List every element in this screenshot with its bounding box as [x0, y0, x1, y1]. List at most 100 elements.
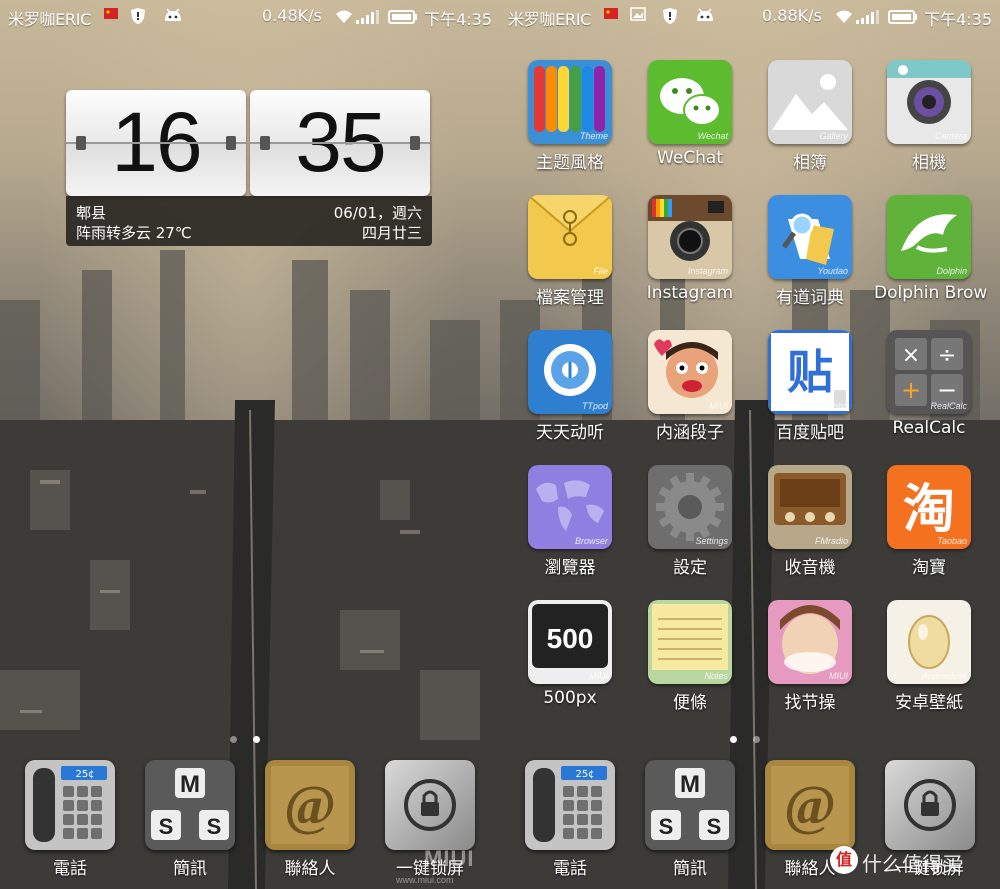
battery-icon — [388, 10, 417, 24]
svg-text:M: M — [180, 771, 200, 798]
app-file[interactable]: File 檔案管理 — [515, 195, 625, 308]
icon-tag: File — [593, 266, 608, 276]
svg-text:M: M — [680, 771, 700, 798]
page-dot — [230, 736, 237, 743]
dock-phone[interactable]: 25¢ 電話 — [512, 760, 628, 879]
notes-icon: Notes — [648, 600, 732, 684]
app-label: 相簿 — [793, 153, 827, 173]
icon-tag: FMradio — [814, 536, 848, 546]
app-wallpaper[interactable]: Androidesk 安卓壁紙 — [874, 600, 984, 713]
icon-tag: Taobao — [937, 536, 967, 546]
dock-contacts[interactable]: @ 聯絡人 — [252, 760, 368, 879]
icon-tag: Dolphin — [936, 266, 967, 276]
page-dot-active — [730, 736, 737, 743]
svg-text:淘: 淘 — [903, 480, 955, 540]
watermark-url: www.miui.com — [396, 875, 454, 885]
app-dolphin[interactable]: Dolphin Dolphin Brow — [874, 195, 988, 303]
svg-text:S: S — [207, 814, 222, 839]
icon-tag: Androidesk — [921, 671, 967, 681]
icon-tag: Browser — [574, 536, 608, 546]
app-label: 天天动听 — [536, 423, 604, 443]
app-settings[interactable]: Settings 設定 — [635, 465, 745, 578]
app-500px[interactable]: 500 MIUI 500px — [515, 600, 625, 708]
svg-text:S: S — [659, 814, 674, 839]
app-ttpod[interactable]: TTpod 天天动听 — [515, 330, 625, 443]
status-bar: 米罗咖ERIC 0.88K/s 下午4:35 — [500, 0, 1000, 32]
status-time: 下午4:35 — [924, 10, 992, 29]
network-speed: 0.88K/s — [762, 6, 822, 25]
dolphin-icon: Dolphin — [887, 195, 971, 279]
app-radio[interactable]: FMradio 收音機 — [755, 465, 865, 578]
app-neihan[interactable]: MIUI 内涵段子 — [635, 330, 745, 443]
app-camera[interactable]: Camera 相機 — [874, 60, 984, 173]
svg-text:+: + — [901, 376, 921, 404]
icon-tag: Gallery — [819, 131, 848, 141]
android-debug-icon — [697, 8, 713, 21]
app-label: 淘寶 — [912, 558, 946, 578]
sms-icon: MS S — [645, 760, 735, 850]
svg-text:贴: 贴 — [787, 345, 833, 399]
icon-tag: MIUI — [709, 401, 728, 411]
page-dot-active — [253, 736, 260, 743]
app-calculator[interactable]: × ÷ + − RealCalc RealCalc — [874, 330, 984, 438]
app-browser[interactable]: Browser 瀏覽器 — [515, 465, 625, 578]
app-label: 安卓壁紙 — [895, 693, 963, 713]
battery-icon — [888, 10, 917, 24]
svg-text:25¢: 25¢ — [75, 769, 94, 780]
icon-tag: Theme — [579, 131, 608, 141]
flag-icon — [104, 8, 118, 19]
taobao-icon: 淘 Taobao — [887, 465, 971, 549]
dock-phone[interactable]: 25¢ 電話 — [12, 760, 128, 879]
wallpaper-icon: Androidesk — [887, 600, 971, 684]
signal-icon — [356, 10, 379, 24]
icon-tag: Instagram — [687, 266, 728, 276]
neihan-icon: MIUI — [648, 330, 732, 414]
app-label: 相機 — [912, 153, 946, 173]
dock-label: 電話 — [553, 859, 587, 879]
dock-sms[interactable]: M S S 簡訊 — [632, 760, 748, 879]
dock-label: 簡訊 — [673, 859, 707, 879]
app-youdao[interactable]: Youdao 有道词典 — [755, 195, 865, 308]
page-dot — [753, 736, 760, 743]
icon-tag: Camera — [934, 131, 967, 141]
app-label: 百度贴吧 — [776, 423, 844, 443]
tieba-icon: 贴 BaiduTieba — [768, 330, 852, 414]
app-gallery[interactable]: Gallery 相簿 — [755, 60, 865, 173]
app-wechat[interactable]: Wechat WeChat — [635, 60, 745, 168]
minute-flip-card: 35 — [250, 90, 430, 196]
app-notes[interactable]: Notes 便條 — [635, 600, 745, 713]
app-label: 收音機 — [784, 558, 836, 578]
widget-date: 06/01，週六 — [333, 204, 422, 222]
page-indicator — [722, 728, 768, 747]
svg-text:×: × — [902, 343, 920, 368]
app-tieba[interactable]: 贴 BaiduTieba 百度贴吧 — [755, 330, 865, 443]
icon-tag: MIUI — [589, 671, 608, 681]
signal-icon — [856, 10, 879, 24]
app-label: 有道词典 — [776, 288, 844, 308]
app-label: Dolphin Brow — [874, 283, 988, 303]
svg-text:S: S — [707, 814, 722, 839]
500px-icon: 500 MIUI — [528, 600, 612, 684]
wechat-icon: Wechat — [648, 60, 732, 144]
sms-icon: MS S — [145, 760, 235, 850]
watermark-smzdm: 什么值得买 — [862, 854, 962, 876]
wifi-icon — [336, 10, 352, 23]
clock-weather-widget[interactable]: 16 35 郫县 阵雨转多云 27℃ 06/01，週六 四月廿三 — [66, 90, 432, 246]
file-icon: File — [528, 195, 612, 279]
app-instagram[interactable]: Instagram Instagram — [635, 195, 745, 303]
app-label: Instagram — [646, 283, 734, 303]
app-label: 設定 — [673, 558, 707, 578]
svg-text:S: S — [159, 814, 174, 839]
contacts-icon: @ — [265, 760, 355, 850]
image-icon — [630, 7, 646, 21]
app-jiecao[interactable]: MIUI 找节操 — [755, 600, 865, 713]
phone-icon: 25¢ — [525, 760, 615, 850]
app-theme[interactable]: Theme 主题風格 — [515, 60, 625, 173]
lunar-date: 四月廿三 — [361, 224, 422, 242]
app-taobao[interactable]: 淘 Taobao 淘寶 — [874, 465, 984, 578]
weather-bar: 郫县 阵雨转多云 27℃ 06/01，週六 四月廿三 — [66, 196, 432, 246]
radio-icon: FMradio — [768, 465, 852, 549]
carrier-label: 米罗咖ERIC — [8, 10, 92, 29]
dock-label: 聯絡人 — [284, 859, 336, 879]
dock-sms[interactable]: M S S 簡訊 — [132, 760, 248, 879]
